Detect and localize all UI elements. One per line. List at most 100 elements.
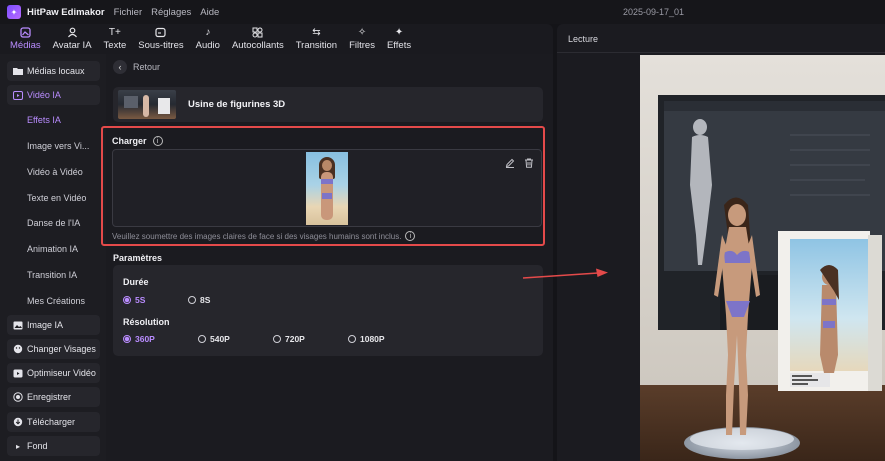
- upload-label: Charger i: [112, 136, 163, 146]
- sidebar-item-changer-visages[interactable]: Changer Visages: [7, 339, 100, 359]
- menu-bar: Fichier Réglages Aide: [114, 7, 220, 18]
- back-label: Retour: [133, 62, 161, 72]
- sidebar-subitem-danse-ia[interactable]: Danse de l'IA: [27, 218, 80, 228]
- sidebar-item-label: Vidéo IA: [27, 90, 61, 100]
- resolution-option-1080p[interactable]: 1080P: [348, 334, 385, 344]
- tab-sous-titres[interactable]: Sous-titres: [132, 24, 189, 54]
- editor-window: ✦ HitPaw Edimakor Fichier Réglages Aide …: [0, 0, 885, 461]
- enhance-icon: [13, 369, 23, 378]
- tab-medias[interactable]: Médias: [4, 24, 47, 54]
- upload-actions: [505, 158, 534, 171]
- tab-label: Audio: [195, 40, 220, 51]
- tab-transition[interactable]: ⇆ Transition: [290, 24, 343, 54]
- sidebar-subitem-video-a-video[interactable]: Vidéo à Vidéo: [27, 167, 83, 177]
- tab-avatar-ia[interactable]: Avatar IA: [47, 24, 98, 54]
- uploaded-image: [306, 152, 348, 225]
- upload-hint: Veuillez soumettre des images claires de…: [112, 231, 416, 241]
- sidebar-item-enregistrer[interactable]: Enregistrer: [7, 387, 100, 407]
- tab-label: Médias: [10, 40, 41, 51]
- sidebar-item-label: Fond: [27, 441, 48, 451]
- ai-video-icon: [13, 90, 23, 100]
- tab-label: Effets: [386, 40, 412, 51]
- effect-card: Usine de figurines 3D: [113, 87, 543, 122]
- resolution-option-720p[interactable]: 720P: [273, 334, 305, 344]
- avatar-icon: [67, 27, 78, 39]
- edit-icon[interactable]: [505, 158, 515, 171]
- transition-icon: ⇆: [312, 27, 321, 38]
- sidebar-subitem-effets-ia[interactable]: Effets IA: [27, 115, 61, 125]
- duration-label: Durée: [123, 277, 149, 287]
- sidebar-subitem-image-vers-video[interactable]: Image vers Vi...: [27, 141, 89, 151]
- download-icon: [13, 417, 23, 427]
- tab-label: Texte: [103, 40, 127, 51]
- resolution-option-360p[interactable]: 360P: [123, 334, 155, 344]
- duration-option-5s[interactable]: 5S: [123, 295, 145, 305]
- resolution-option-540p[interactable]: 540P: [198, 334, 230, 344]
- menu-aide[interactable]: Aide: [200, 7, 219, 18]
- upload-area[interactable]: [112, 149, 542, 227]
- menu-fichier[interactable]: Fichier: [114, 7, 143, 18]
- radio-icon: [348, 335, 356, 343]
- sidebar-item-label: Changer Visages: [27, 344, 96, 354]
- sidebar-item-medias-locaux[interactable]: Médias locaux: [7, 61, 100, 81]
- sidebar-subitem-animation-ia[interactable]: Animation IA: [27, 244, 78, 254]
- option-label: 8S: [200, 295, 211, 305]
- option-label: 360P: [135, 334, 155, 344]
- sidebar-item-fond[interactable]: ▸ Fond: [7, 436, 100, 456]
- tab-label: Transition: [295, 40, 338, 51]
- record-icon: [13, 392, 23, 402]
- audio-icon: ♪: [205, 27, 211, 38]
- sidebar-item-image-ia[interactable]: Image IA: [7, 315, 100, 335]
- tab-filtres[interactable]: ✧ Filtres: [343, 24, 381, 54]
- preview-header: Lecture: [557, 24, 885, 53]
- tab-label: Sous-titres: [138, 40, 184, 51]
- tab-effets[interactable]: ✦ Effets: [381, 24, 417, 54]
- sidebar-item-label: Télécharger: [27, 417, 76, 427]
- sidebar-item-label: Image IA: [27, 320, 64, 330]
- upload-label-text: Charger: [112, 136, 147, 146]
- radio-selected-icon: [123, 335, 131, 343]
- menu-reglages[interactable]: Réglages: [151, 7, 191, 18]
- delete-icon[interactable]: [524, 158, 534, 171]
- title-bar: ✦ HitPaw Edimakor Fichier Réglages Aide …: [0, 0, 885, 24]
- option-label: 1080P: [360, 334, 385, 344]
- preview-title: Lecture: [568, 34, 599, 44]
- back-button[interactable]: ‹ Retour: [113, 60, 160, 74]
- option-label: 5S: [135, 295, 146, 305]
- effects-icon: ✦: [394, 27, 404, 38]
- tab-label: Filtres: [349, 40, 375, 51]
- text-icon: T+: [108, 27, 121, 38]
- sidebar-item-label: Optimiseur Vidéo: [27, 368, 96, 378]
- sidebar-item-telecharger[interactable]: Télécharger: [7, 412, 100, 432]
- radio-selected-icon: [123, 296, 131, 304]
- tab-texte[interactable]: T+ Texte: [98, 24, 133, 54]
- face-swap-icon: [13, 344, 23, 354]
- upload-hint-text: Veuillez soumettre des images claires de…: [112, 231, 402, 241]
- subtitles-icon: [155, 27, 167, 39]
- info-icon[interactable]: i: [405, 231, 416, 241]
- media-icon: [20, 27, 31, 39]
- effect-thumbnail: [118, 90, 176, 119]
- tab-label: Autocollants: [231, 40, 284, 51]
- duration-option-8s[interactable]: 8S: [188, 295, 210, 305]
- sidebar-item-optimiseur-video[interactable]: Optimiseur Vidéo: [7, 363, 100, 383]
- sidebar-subitem-texte-en-video[interactable]: Texte en Vidéo: [27, 193, 86, 203]
- chevron-left-icon: ‹: [113, 60, 127, 74]
- params-title: Paramètres: [113, 253, 163, 263]
- sidebar-item-label: Médias locaux: [27, 66, 85, 76]
- info-icon[interactable]: i: [152, 136, 163, 146]
- preview-video[interactable]: [640, 55, 885, 461]
- stickers-icon: [252, 27, 263, 39]
- document-name: 2025-09-17_01: [623, 7, 685, 17]
- radio-icon: [273, 335, 281, 343]
- sidebar-item-video-ia[interactable]: Vidéo IA: [7, 85, 100, 105]
- tab-autocollants[interactable]: Autocollants: [226, 24, 290, 54]
- app-name: HitPaw Edimakor: [27, 6, 105, 18]
- radio-icon: [198, 335, 206, 343]
- sidebar-subitem-transition-ia[interactable]: Transition IA: [27, 270, 77, 280]
- tab-audio[interactable]: ♪ Audio: [190, 24, 226, 54]
- sidebar-subitem-mes-creations[interactable]: Mes Créations: [27, 296, 85, 306]
- image-icon: [13, 321, 23, 330]
- sidebar: Médias locaux Vidéo IA Effets IA Image v…: [0, 54, 106, 461]
- effect-panel: ‹ Retour Usine de figurines 3D Charger i…: [101, 54, 553, 461]
